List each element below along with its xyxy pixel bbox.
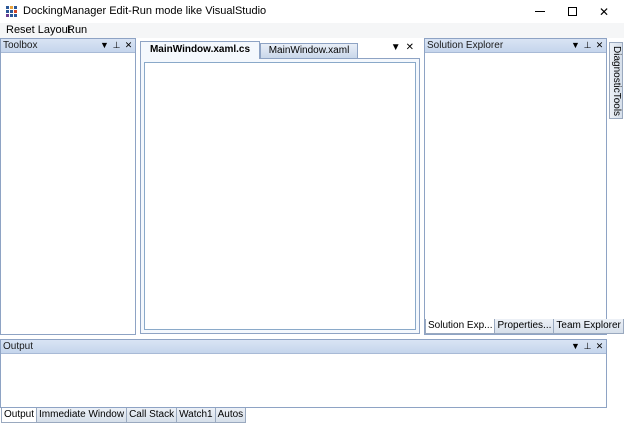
tab-autos[interactable]: Autos	[214, 408, 247, 423]
close-icon[interactable]: ✕	[595, 39, 604, 52]
solution-explorer-panel: Solution Explorer ▼ ⊥ ✕	[424, 38, 607, 335]
side-tab-diagnostic-tools[interactable]: DiagnosticTools	[609, 42, 623, 119]
close-button[interactable]: ✕	[588, 0, 620, 23]
app-icon-cell	[14, 6, 17, 9]
app-icon-cell	[10, 10, 13, 13]
dropdown-icon[interactable]: ▼	[100, 39, 109, 52]
document-editor[interactable]	[144, 62, 416, 330]
tab-properties[interactable]: Properties...	[494, 319, 555, 334]
output-header: Output ▼ ⊥ ✕	[1, 340, 606, 354]
close-icon: ✕	[598, 4, 610, 19]
solution-explorer-title: Solution Explorer	[427, 40, 504, 51]
tab-output[interactable]: Output	[1, 408, 38, 423]
app-icon-cell	[10, 6, 13, 9]
tab-watch1[interactable]: Watch1	[176, 408, 216, 423]
dropdown-icon[interactable]: ▼	[571, 39, 580, 52]
document-frame	[140, 58, 420, 334]
output-tab-strip: Output Immediate Window Call Stack Watch…	[1, 408, 247, 423]
document-area: MainWindow.xaml.cs MainWindow.xaml ▼ ✕	[138, 38, 422, 335]
menu-item-reset-layout[interactable]: Reset Layout	[6, 24, 71, 36]
solution-explorer-header: Solution Explorer ▼ ⊥ ✕	[425, 39, 606, 53]
close-icon[interactable]: ✕	[595, 340, 604, 353]
menu-bar: Reset Layout Run	[0, 23, 624, 38]
app-icon-cell	[10, 14, 13, 17]
doc-tab-mainwindow-xaml-cs[interactable]: MainWindow.xaml.cs	[140, 41, 260, 59]
toolbox-panel: Toolbox ▼ ⊥ ✕	[0, 38, 136, 335]
side-tab-label: DiagnosticTools	[611, 46, 622, 117]
pin-icon[interactable]: ⊥	[583, 39, 592, 52]
app-icon-cell	[6, 10, 9, 13]
minimize-button[interactable]	[524, 0, 556, 23]
dropdown-icon[interactable]: ▼	[391, 42, 401, 53]
maximize-button[interactable]	[556, 0, 588, 23]
close-icon[interactable]: ✕	[406, 42, 414, 53]
output-title: Output	[3, 341, 34, 352]
toolbox-title: Toolbox	[3, 40, 38, 51]
app-icon-cell	[6, 6, 9, 9]
app-icon	[6, 6, 17, 17]
output-panel: Output ▼ ⊥ ✕	[0, 339, 607, 408]
menu-item-run[interactable]: Run	[67, 24, 87, 36]
minimize-icon	[535, 11, 545, 12]
toolbox-header: Toolbox ▼ ⊥ ✕	[1, 39, 135, 53]
title-bar: DockingManager Edit-Run mode like Visual…	[0, 0, 624, 23]
doc-tab-mainwindow-xaml[interactable]: MainWindow.xaml	[260, 43, 358, 58]
solution-tab-strip: Solution Exp... Properties... Team Explo…	[425, 319, 624, 334]
app-icon-cell	[6, 14, 9, 17]
window-title: DockingManager Edit-Run mode like Visual…	[23, 5, 267, 17]
app-icon-cell	[14, 10, 17, 13]
maximize-icon	[567, 7, 577, 16]
tab-call-stack[interactable]: Call Stack	[126, 408, 178, 423]
tab-solution-explorer[interactable]: Solution Exp...	[425, 319, 496, 334]
app-icon-cell	[14, 14, 17, 17]
tab-team-explorer[interactable]: Team Explorer	[553, 319, 624, 334]
pin-icon[interactable]: ⊥	[583, 340, 592, 353]
tab-immediate-window[interactable]: Immediate Window	[36, 408, 128, 423]
close-icon[interactable]: ✕	[124, 39, 133, 52]
dropdown-icon[interactable]: ▼	[571, 340, 580, 353]
pin-icon[interactable]: ⊥	[112, 39, 121, 52]
